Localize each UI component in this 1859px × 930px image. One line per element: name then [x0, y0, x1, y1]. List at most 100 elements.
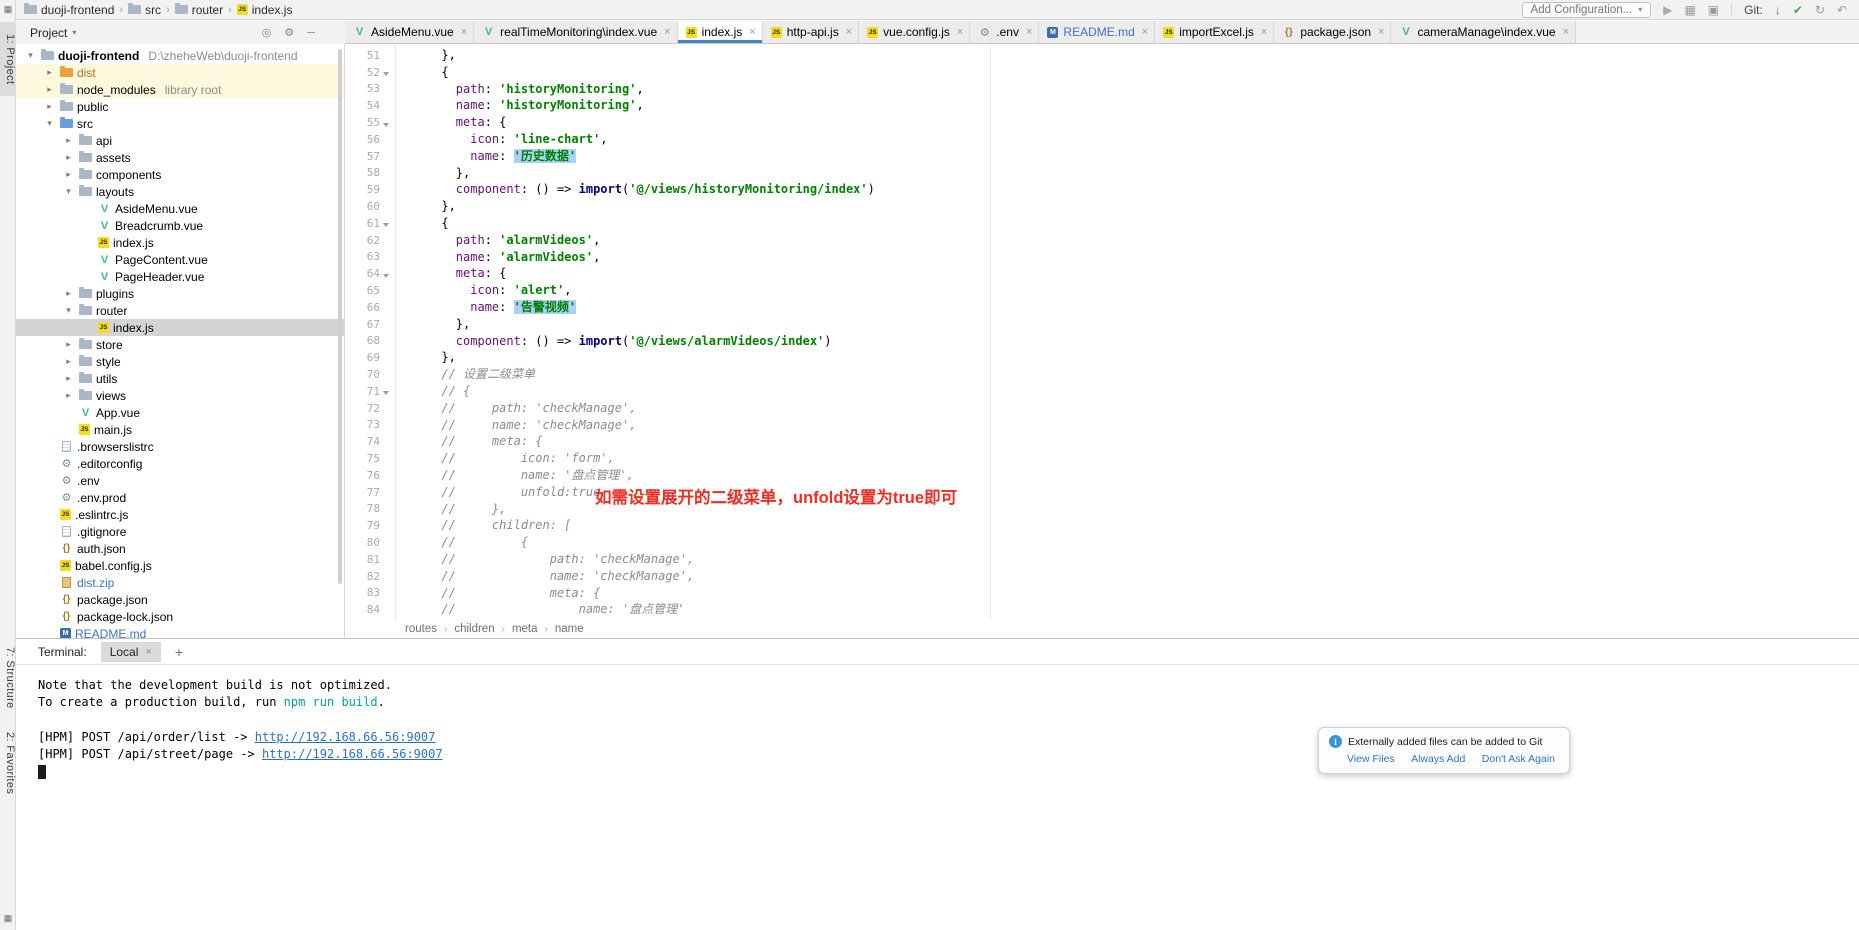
tree-row[interactable]: JSindex.js — [16, 319, 344, 336]
editor-tab[interactable]: VAsideMenu.vue× — [345, 21, 474, 43]
fold-marker-icon[interactable] — [380, 216, 392, 230]
gutter-line[interactable]: 60 — [345, 198, 395, 215]
editor-tab[interactable]: JSimportExcel.js× — [1155, 21, 1274, 43]
chevron-down-icon[interactable]: ▾ — [24, 50, 37, 61]
chevron-right-icon[interactable]: ▸ — [62, 288, 75, 299]
tree-row[interactable]: ▸plugins — [16, 285, 344, 302]
gutter-line[interactable]: 83 — [345, 585, 395, 602]
scrollbar[interactable] — [338, 49, 342, 584]
rollback-icon[interactable]: ↶ — [1837, 3, 1847, 17]
gear-icon[interactable]: ⚙ — [284, 26, 294, 39]
code-area[interactable]: }, { path: 'historyMonitoring', name: 'h… — [398, 47, 875, 618]
tree-row[interactable]: .browserslistrc — [16, 438, 344, 455]
breadcrumb-item[interactable]: duoji-frontend — [24, 3, 114, 17]
editor-tab[interactable]: VrealTimeMonitoring\index.vue× — [474, 21, 677, 43]
chevron-down-icon[interactable]: ▾ — [62, 305, 75, 316]
tree-row[interactable]: JS.eslintrc.js — [16, 506, 344, 523]
fold-marker-icon[interactable] — [380, 116, 392, 130]
code-line[interactable]: // { — [398, 383, 875, 400]
chevron-right-icon[interactable]: ▸ — [43, 67, 56, 78]
code-line[interactable]: meta: { — [398, 114, 875, 131]
close-icon[interactable]: × — [145, 646, 151, 658]
gutter-line[interactable]: 53 — [345, 81, 395, 98]
run-icon[interactable]: ▶ — [1663, 3, 1672, 17]
editor-tab[interactable]: VcameraManage\index.vue× — [1391, 21, 1576, 43]
close-icon[interactable]: × — [1378, 26, 1384, 38]
editor-tab[interactable]: {}package.json× — [1274, 21, 1391, 43]
gutter-line[interactable]: 77 — [345, 484, 395, 501]
terminal-tab-local[interactable]: Local × — [101, 642, 161, 662]
vcs-update-icon[interactable]: ↓ — [1775, 3, 1781, 17]
tool-window-icon[interactable]: ▦ — [2, 3, 14, 15]
gutter-line[interactable]: 82 — [345, 568, 395, 585]
code-line[interactable]: // name: 'checkManage', — [398, 568, 875, 585]
tree-row[interactable]: JSbabel.config.js — [16, 557, 344, 574]
chevron-right-icon[interactable]: ▸ — [62, 169, 75, 180]
close-icon[interactable]: × — [1142, 26, 1148, 38]
gutter-line[interactable]: 75 — [345, 450, 395, 467]
hide-panel-icon[interactable]: ─ — [307, 27, 315, 39]
gutter-line[interactable]: 81 — [345, 551, 395, 568]
gutter-line[interactable]: 54 — [345, 97, 395, 114]
chevron-down-icon[interactable]: ▾ — [43, 118, 56, 129]
code-line[interactable]: // name: '盘点管理' — [398, 601, 875, 618]
gutter-line[interactable]: 62 — [345, 232, 395, 249]
gutter-line[interactable]: 78 — [345, 501, 395, 518]
code-line[interactable]: name: '历史数据' — [398, 148, 875, 165]
editor-tab[interactable]: JShttp-api.js× — [763, 21, 859, 43]
gutter-line[interactable]: 79 — [345, 517, 395, 534]
notification-action[interactable]: Always Add — [1411, 753, 1465, 765]
gutter-line[interactable]: 61 — [345, 215, 395, 232]
fold-marker-icon[interactable] — [380, 267, 392, 281]
code-line[interactable]: }, — [398, 165, 875, 182]
fold-marker-icon[interactable] — [380, 384, 392, 398]
tree-row[interactable]: ▸components — [16, 166, 344, 183]
gutter-line[interactable]: 69 — [345, 349, 395, 366]
chevron-right-icon[interactable]: ▸ — [62, 135, 75, 146]
gutter-line[interactable]: 67 — [345, 316, 395, 333]
editor-breadcrumb-item[interactable]: meta — [512, 623, 538, 635]
code-line[interactable]: icon: 'line-chart', — [398, 131, 875, 148]
tool-button-project[interactable]: 1: Project — [0, 22, 16, 96]
gutter-line[interactable]: 59 — [345, 181, 395, 198]
tree-row[interactable]: {}package.json — [16, 591, 344, 608]
tree-row[interactable]: ▸store — [16, 336, 344, 353]
chevron-right-icon[interactable]: ▸ — [62, 356, 75, 367]
code-line[interactable]: // children: [ — [398, 517, 875, 534]
code-line[interactable]: // icon: 'form', — [398, 450, 875, 467]
new-terminal-button[interactable]: + — [175, 644, 183, 660]
gutter-line[interactable]: 74 — [345, 433, 395, 450]
run-config-selector[interactable]: Add Configuration... ▾ — [1522, 2, 1652, 18]
code-editor[interactable]: 5152535455565758596061626364656667686970… — [345, 44, 1859, 620]
code-line[interactable]: // { — [398, 534, 875, 551]
tree-row[interactable]: VAsideMenu.vue — [16, 200, 344, 217]
gutter-line[interactable]: 70 — [345, 366, 395, 383]
code-line[interactable]: { — [398, 215, 875, 232]
code-line[interactable]: name: '告警视频' — [398, 299, 875, 316]
tree-row[interactable]: ⚙.editorconfig — [16, 455, 344, 472]
gutter-line[interactable]: 72 — [345, 400, 395, 417]
gutter-line[interactable]: 71 — [345, 383, 395, 400]
code-line[interactable]: component: () => import('@/views/alarmVi… — [398, 333, 875, 350]
chevron-right-icon[interactable]: ▸ — [43, 84, 56, 95]
tree-row[interactable]: ▸api — [16, 132, 344, 149]
code-line[interactable]: { — [398, 64, 875, 81]
locate-file-icon[interactable]: ◎ — [262, 26, 272, 39]
close-icon[interactable]: × — [1261, 26, 1267, 38]
chevron-right-icon[interactable]: ▸ — [62, 373, 75, 384]
breadcrumb-item[interactable]: src — [128, 3, 161, 17]
gutter-line[interactable]: 55 — [345, 114, 395, 131]
notification-action[interactable]: Don't Ask Again — [1482, 753, 1555, 765]
editor-breadcrumb-item[interactable]: name — [555, 623, 584, 635]
code-line[interactable]: component: () => import('@/views/history… — [398, 181, 875, 198]
tree-row[interactable]: ▸style — [16, 353, 344, 370]
tree-row[interactable]: ▸dist — [16, 64, 344, 81]
tool-button-structure[interactable]: 7: Structure — [0, 636, 16, 720]
terminal-link[interactable]: http://192.168.66.56:9007 — [255, 730, 436, 744]
editor-tab[interactable]: MREADME.md× — [1039, 21, 1155, 43]
tree-row[interactable]: ▸public — [16, 98, 344, 115]
project-view-selector[interactable]: Project ▾ — [30, 26, 76, 40]
code-line[interactable]: }, — [398, 316, 875, 333]
code-line[interactable]: icon: 'alert', — [398, 282, 875, 299]
code-line[interactable]: }, — [398, 349, 875, 366]
